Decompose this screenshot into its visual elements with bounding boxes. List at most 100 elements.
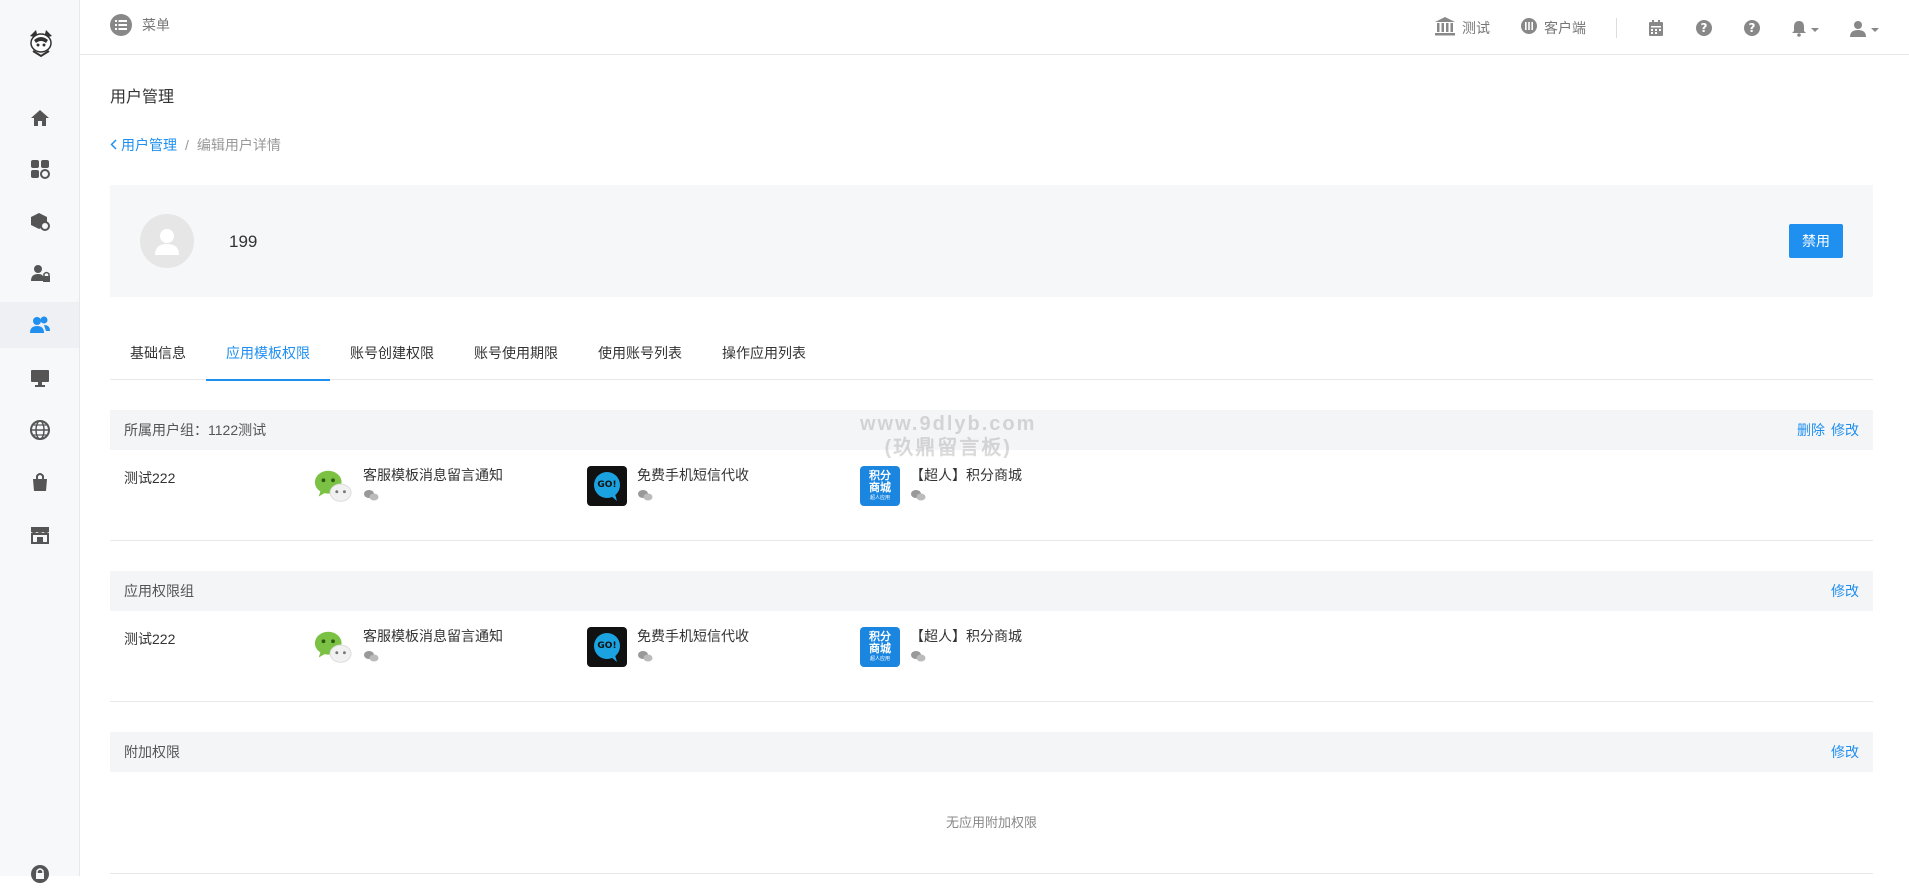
notification-bell-icon[interactable]	[1791, 19, 1819, 37]
breadcrumb: 用户管理 / 编辑用户详情	[110, 135, 281, 155]
tab-basic-info[interactable]: 基础信息	[110, 340, 206, 380]
help-icon[interactable]: ?	[1743, 19, 1761, 37]
wechat-small-icon	[637, 649, 749, 665]
shopping-bag-icon[interactable]	[26, 468, 54, 496]
wechat-small-icon	[363, 488, 503, 504]
delete-link[interactable]: 删除	[1797, 420, 1825, 440]
go-text: GO!	[597, 480, 616, 490]
user-avatar-icon	[155, 229, 179, 255]
edit-link[interactable]: 修改	[1831, 742, 1859, 762]
user-lock-icon[interactable]	[26, 259, 54, 287]
section-title: 所属用户组：1122测试	[124, 422, 267, 438]
top-item-test[interactable]: 测试	[1434, 16, 1490, 39]
calendar-icon[interactable]	[1647, 19, 1665, 37]
section-body-user-group: 测试222 客服模板消息留言通知 GO! 免费手机短信代收 积分 商城 超人应用…	[110, 450, 1873, 541]
points-mall-icon: 积分 商城 超人应用	[860, 627, 900, 667]
section-title: 附加权限	[124, 744, 180, 760]
top-bar: 菜单 测试 客户端 ? ?	[80, 0, 1909, 55]
wechat-icon	[313, 466, 353, 506]
globe-icon[interactable]	[26, 416, 54, 444]
menu-toggle[interactable]: 菜单	[110, 14, 170, 36]
bank-icon	[1434, 16, 1456, 39]
app-name: 免费手机短信代收	[637, 628, 749, 644]
breadcrumb-separator: /	[185, 137, 189, 153]
sidebar	[0, 0, 80, 883]
svg-text:?: ?	[1701, 21, 1708, 35]
points-mall-icon: 积分 商城 超人应用	[860, 466, 900, 506]
chevron-left-icon	[110, 137, 117, 153]
top-item-label: 客户端	[1544, 19, 1586, 36]
wechat-icon	[313, 627, 353, 667]
app-item[interactable]: 积分 商城 超人应用 【超人】积分商城	[860, 466, 1022, 506]
section-header-extra-permissions: 附加权限 修改	[110, 732, 1873, 772]
top-item-label: 测试	[1462, 19, 1490, 36]
app-item[interactable]: 客服模板消息留言通知	[313, 466, 503, 506]
user-menu-icon[interactable]	[1849, 19, 1879, 37]
wechat-small-icon	[637, 488, 749, 504]
monitor-icon[interactable]	[26, 364, 54, 392]
wechat-small-icon	[910, 649, 1022, 665]
app-item[interactable]: 客服模板消息留言通知	[313, 627, 503, 667]
wechat-small-icon	[910, 488, 1022, 504]
section-actions: 修改	[1831, 742, 1859, 762]
watermark-line: (玖鼎留言板)	[884, 437, 1012, 459]
app-item[interactable]: GO! 免费手机短信代收	[587, 627, 749, 667]
app-item[interactable]: GO! 免费手机短信代收	[587, 466, 749, 506]
edit-link[interactable]: 修改	[1831, 420, 1859, 440]
top-right-actions: 测试 客户端 ? ?	[1404, 0, 1879, 55]
profile-card: 199 禁用	[110, 185, 1873, 297]
lock-icon[interactable]	[26, 860, 54, 888]
home-icon[interactable]	[26, 104, 54, 132]
svg-text:?: ?	[1749, 21, 1756, 35]
section-title: 应用权限组	[124, 583, 194, 599]
page-title: 用户管理	[110, 89, 175, 106]
section-actions: 修改	[1831, 581, 1859, 601]
breadcrumb-back-link[interactable]: 用户管理	[110, 135, 177, 155]
watermark-line: www.9dlyb.com	[860, 413, 1037, 435]
tab-account-creation-permissions[interactable]: 账号创建权限	[330, 340, 454, 380]
app-item[interactable]: 积分 商城 超人应用 【超人】积分商城	[860, 627, 1022, 667]
empty-state-text: 无应用附加权限	[945, 815, 1037, 830]
wechat-small-icon	[363, 649, 503, 665]
disable-button[interactable]: 禁用	[1789, 224, 1843, 258]
app-name: 客服模板消息留言通知	[363, 628, 503, 644]
row-name: 测试222	[124, 470, 176, 486]
breadcrumb-current: 编辑用户详情	[196, 137, 281, 153]
section-body-app-permission-group: 测试222 客服模板消息留言通知 GO! 免费手机短信代收 积分 商城 超人应用…	[110, 611, 1873, 702]
chevron-down-icon	[1871, 20, 1879, 36]
package-settings-icon[interactable]	[26, 207, 54, 235]
mall-icon-subtext: 超人应用	[869, 495, 890, 501]
tab-bar: 基础信息 应用模板权限 账号创建权限 账号使用期限 使用账号列表 操作应用列表	[110, 340, 1873, 381]
section-body-extra-permissions: 无应用附加权限	[110, 772, 1873, 874]
menu-label: 菜单	[142, 17, 170, 33]
go-sms-icon: GO!	[587, 627, 627, 667]
mall-icon-text: 商城	[869, 482, 891, 494]
top-item-client[interactable]: 客户端	[1520, 17, 1586, 38]
tab-account-validity[interactable]: 账号使用期限	[454, 340, 578, 380]
watermark: www.9dlyb.com (玖鼎留言板)	[860, 412, 1036, 460]
logo-icon[interactable]	[24, 26, 58, 60]
go-text: GO!	[597, 641, 616, 651]
section-header-app-permission-group: 应用权限组 修改	[110, 571, 1873, 611]
client-icon	[1520, 17, 1538, 38]
help-icon[interactable]: ?	[1695, 19, 1713, 37]
mall-icon-text: 商城	[869, 643, 891, 655]
avatar	[140, 214, 194, 268]
app-name: 【超人】积分商城	[910, 628, 1022, 644]
mall-icon-text: 积分	[869, 470, 891, 482]
users-icon[interactable]	[26, 311, 54, 339]
tab-app-template-permissions[interactable]: 应用模板权限	[206, 340, 330, 381]
row-name: 测试222	[124, 631, 176, 647]
chevron-down-icon	[1811, 20, 1819, 36]
store-icon[interactable]	[26, 520, 54, 548]
apps-settings-icon[interactable]	[26, 155, 54, 183]
tab-operated-apps[interactable]: 操作应用列表	[702, 340, 826, 380]
go-sms-icon: GO!	[587, 466, 627, 506]
edit-link[interactable]: 修改	[1831, 581, 1859, 601]
divider	[1616, 17, 1617, 38]
profile-name: 199	[229, 232, 258, 251]
section-actions: 删除 修改	[1797, 420, 1859, 440]
app-name: 客服模板消息留言通知	[363, 467, 503, 483]
mall-icon-text: 积分	[869, 631, 891, 643]
tab-used-accounts[interactable]: 使用账号列表	[578, 340, 702, 380]
